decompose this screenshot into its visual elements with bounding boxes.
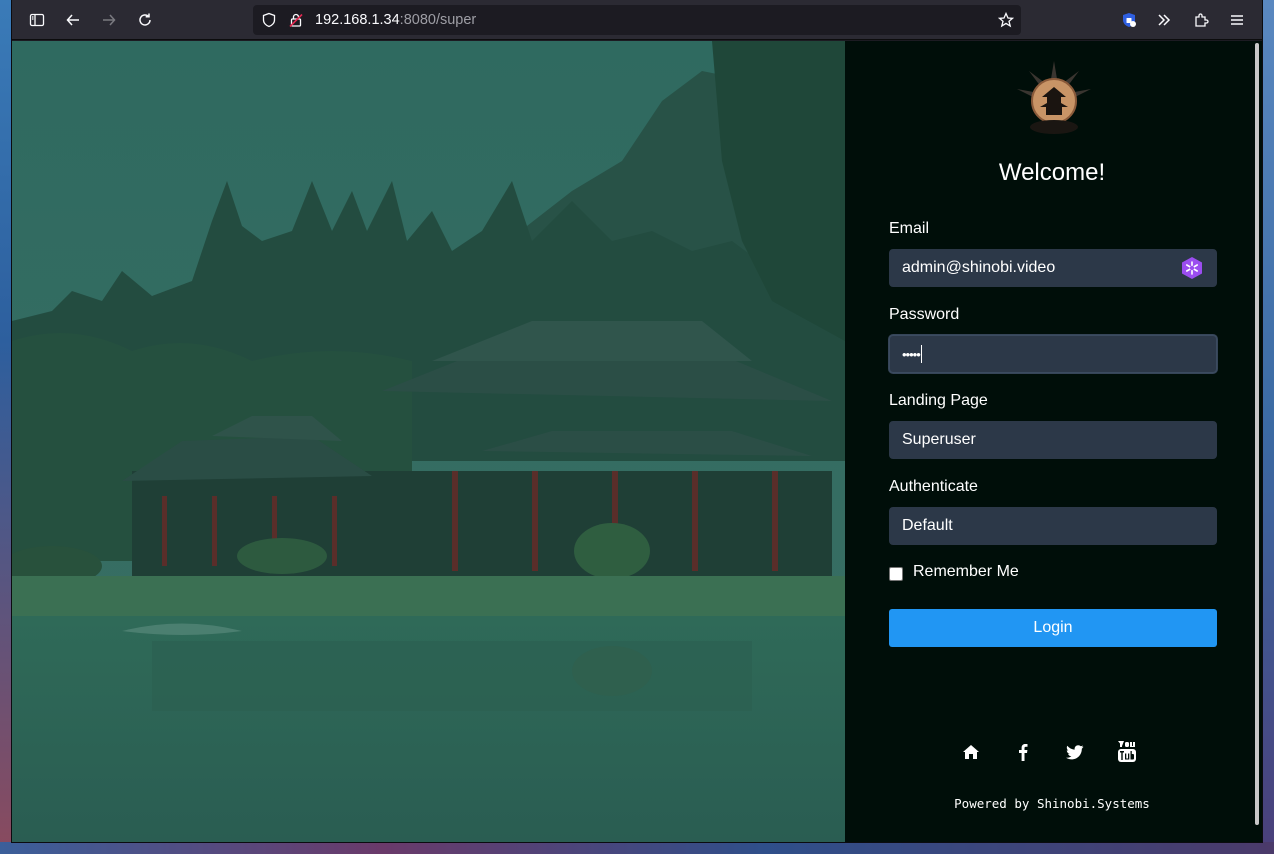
browser-window: 192.168.1.34:8080/super Welcome! Email a…: [12, 0, 1262, 842]
reload-icon[interactable]: [131, 6, 159, 34]
facebook-icon[interactable]: [1012, 741, 1034, 763]
back-icon[interactable]: [59, 6, 87, 34]
text-caret: [920, 345, 922, 363]
browser-toolbar: 192.168.1.34:8080/super: [12, 0, 1262, 40]
insecure-lock-icon[interactable]: [288, 12, 304, 28]
powered-by-text: Powered by Shinobi.Systems: [954, 796, 1150, 811]
url-text[interactable]: 192.168.1.34:8080/super: [315, 12, 476, 28]
bookmark-star-icon[interactable]: [998, 12, 1014, 28]
shield-icon[interactable]: [261, 12, 277, 28]
authenticate-select[interactable]: Default: [889, 507, 1217, 545]
sidebar-toggle-icon[interactable]: [23, 6, 51, 34]
password-label: Password: [889, 306, 960, 323]
authenticate-label: Authenticate: [889, 478, 978, 495]
authenticate-value: Default: [902, 517, 953, 534]
background-temple-image: [12, 41, 845, 842]
email-field[interactable]: admin@shinobi.video: [889, 249, 1217, 287]
overflow-chevron-icon[interactable]: [1150, 6, 1178, 34]
email-label: Email: [889, 220, 930, 237]
page-viewport: Welcome! Email admin@shinobi.video Passw…: [12, 41, 1262, 842]
password-value: •••••: [902, 346, 921, 362]
scrollbar[interactable]: [1255, 43, 1259, 825]
landing-page-select[interactable]: Superuser: [889, 421, 1217, 459]
welcome-heading: Welcome!: [998, 159, 1106, 186]
menu-hamburger-icon[interactable]: [1223, 6, 1251, 34]
email-value: admin@shinobi.video: [902, 259, 1056, 276]
password-manager-icon[interactable]: [1180, 256, 1204, 280]
landing-page-label: Landing Page: [889, 392, 988, 409]
extension-shield-icon[interactable]: [1115, 6, 1143, 34]
desktop-wallpaper-right: [1262, 0, 1274, 854]
extensions-puzzle-icon[interactable]: [1187, 6, 1215, 34]
shinobi-logo: [1017, 61, 1091, 134]
address-bar[interactable]: 192.168.1.34:8080/super: [253, 5, 1021, 35]
remember-me-row[interactable]: Remember Me: [889, 563, 1019, 581]
password-field[interactable]: •••••: [889, 335, 1217, 373]
youtube-icon[interactable]: [1116, 741, 1138, 763]
desktop-wallpaper: [0, 0, 12, 854]
remember-me-label: Remember Me: [913, 563, 1019, 580]
landing-page-value: Superuser: [902, 431, 976, 448]
login-button[interactable]: Login: [889, 609, 1217, 647]
remember-me-checkbox[interactable]: [889, 567, 903, 581]
twitter-icon[interactable]: [1064, 741, 1086, 763]
forward-icon[interactable]: [95, 6, 123, 34]
desktop-wallpaper-bottom: [0, 842, 1274, 854]
home-icon[interactable]: [960, 741, 982, 763]
login-panel: Welcome! Email admin@shinobi.video Passw…: [845, 41, 1262, 842]
